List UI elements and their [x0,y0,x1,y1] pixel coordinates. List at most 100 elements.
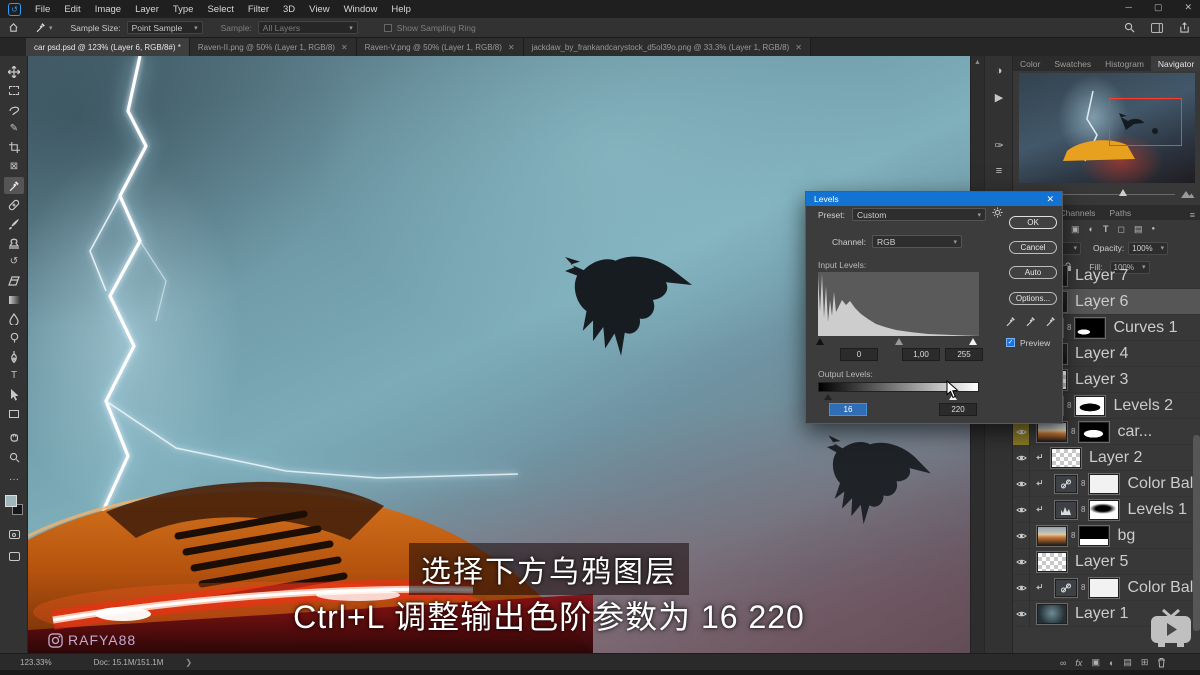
filter-shape-icon[interactable]: ◻ [1117,224,1124,235]
white-point-eyedropper-icon[interactable] [1045,316,1056,327]
quick-selection-tool[interactable]: ✎ [4,120,24,137]
marquee-tool[interactable] [4,82,24,99]
crop-tool[interactable] [4,139,24,156]
hand-tool[interactable] [4,428,24,445]
layer-row[interactable]: 8 Levels 1 [1013,497,1200,523]
input-gamma-slider[interactable] [895,338,903,345]
home-icon[interactable] [8,22,19,33]
filter-toggle-dot[interactable]: ● [1151,226,1155,232]
dodge-tool[interactable] [4,329,24,346]
zoom-in-mountain-icon[interactable] [1180,189,1195,199]
zoom-level[interactable]: 123.33% [20,658,52,667]
scroll-up-icon[interactable]: ▲ [971,59,984,66]
input-white-value[interactable]: 255 [945,348,983,361]
doc-tab-raven-ii[interactable]: Raven-II.png @ 50% (Layer 1, RGB/8)✕ [190,38,357,56]
menu-window[interactable]: Window [344,4,378,15]
layer-style-icon[interactable]: fx [1075,658,1082,668]
panel-menu-icon[interactable]: ≡ [1190,210,1200,220]
preview-checkbox[interactable]: ✓ [1006,338,1015,347]
delete-layer-icon[interactable] [1157,657,1166,668]
cancel-button[interactable]: Cancel [1009,241,1057,254]
menu-type[interactable]: Type [173,4,194,15]
output-black-slider[interactable] [824,394,832,400]
layer-row[interactable]: 8 bg [1013,523,1200,549]
tool-presets-panel-icon[interactable]: ≡ [990,162,1008,180]
eyedropper-tool-preset-icon[interactable]: ▾ [35,22,53,33]
layer-mask-thumbnail[interactable] [1089,500,1119,520]
layer-name[interactable]: Layer 1 [1075,605,1128,623]
filter-adjustment-icon[interactable]: ◐ [1089,224,1094,234]
pen-tool[interactable] [4,348,24,365]
screen-mode-icon[interactable] [4,548,24,565]
status-chevron-icon[interactable]: ❯ [185,658,192,667]
black-point-eyedropper-icon[interactable] [1005,316,1016,327]
opacity-value[interactable]: 100%▾ [1128,242,1168,255]
menu-view[interactable]: View [309,4,329,15]
ok-button[interactable]: OK [1009,216,1057,229]
share-icon[interactable] [1179,22,1190,33]
visibility-toggle[interactable] [1013,549,1030,575]
layer-thumbnail[interactable] [1037,604,1067,624]
layer-name[interactable]: Levels 1 [1127,501,1187,519]
menu-file[interactable]: File [35,4,50,15]
tab-close-icon[interactable]: ✕ [508,43,515,52]
doc-tab-raven-v[interactable]: Raven-V.png @ 50% (Layer 1, RGB/8)✕ [357,38,524,56]
new-adjustment-icon[interactable]: ◐ [1109,658,1114,668]
layer-row[interactable]: 8 Color Balance 1 [1013,471,1200,497]
menu-edit[interactable]: Edit [64,4,80,15]
menu-layer[interactable]: Layer [135,4,159,15]
layer-name[interactable]: Curves 1 [1113,319,1177,337]
layer-mask-thumbnail[interactable] [1079,422,1109,442]
tab-swatches[interactable]: Swatches [1047,56,1098,71]
clone-stamp-tool[interactable] [4,234,24,251]
visibility-toggle[interactable] [1013,601,1030,627]
preset-options-gear-icon[interactable] [992,207,1003,218]
lasso-tool[interactable] [4,101,24,118]
brush-settings-panel-icon[interactable]: ✑ [990,136,1008,154]
move-tool[interactable] [4,63,24,80]
new-layer-icon[interactable]: ⊞ [1141,657,1149,668]
menu-select[interactable]: Select [207,4,233,15]
zoom-slider-handle[interactable] [1119,189,1127,196]
maximize-button[interactable]: ▢ [1154,2,1163,13]
menu-help[interactable]: Help [391,4,411,15]
layer-name[interactable]: Layer 2 [1089,449,1142,467]
menu-3d[interactable]: 3D [283,4,295,15]
menu-image[interactable]: Image [95,4,121,15]
layer-name[interactable]: Layer 6 [1075,293,1128,311]
quick-mask-icon[interactable] [4,526,24,543]
layer-name[interactable]: Layer 3 [1075,371,1128,389]
minimize-button[interactable]: ─ [1126,2,1132,13]
layer-name[interactable]: bg [1117,527,1135,545]
input-black-value[interactable]: 0 [840,348,878,361]
search-icon[interactable] [1124,22,1135,33]
layer-thumbnail[interactable] [1037,422,1067,442]
sample-size-dropdown[interactable]: Point Sample▾ [127,21,203,34]
add-mask-icon[interactable]: ▣ [1091,657,1100,668]
layer-name[interactable]: Layer 5 [1075,553,1128,571]
layer-thumbnail[interactable] [1055,475,1077,493]
visibility-toggle[interactable] [1013,471,1030,497]
visibility-toggle[interactable] [1013,445,1030,471]
layer-thumbnail[interactable] [1055,579,1077,597]
tab-color[interactable]: Color [1013,56,1047,71]
menu-filter[interactable]: Filter [248,4,269,15]
tab-histogram[interactable]: Histogram [1098,56,1151,71]
navigator-view-rectangle[interactable] [1109,98,1182,146]
layer-name[interactable]: Layer 7 [1075,267,1128,285]
link-layers-icon[interactable]: ∞ [1060,658,1066,668]
layer-thumbnail[interactable] [1051,448,1081,468]
layers-scrollbar[interactable] [1193,435,1200,631]
gradient-tool[interactable] [4,291,24,308]
layer-mask-thumbnail[interactable] [1075,396,1105,416]
layer-name[interactable]: Levels 2 [1113,397,1173,415]
dialog-close-icon[interactable]: ✕ [1046,194,1054,205]
options-button[interactable]: Options... [1009,292,1057,305]
doc-tab-car-psd[interactable]: car psd.psd @ 123% (Layer 6, RGB/8#) * [26,38,190,56]
output-white-value[interactable]: 220 [939,403,977,416]
output-black-value[interactable]: 16 [829,403,867,416]
layer-thumbnail[interactable] [1055,501,1077,519]
navigator-preview[interactable] [1019,73,1195,183]
actions-panel-icon[interactable]: ▶ [990,88,1008,106]
layer-row[interactable]: Layer 2 [1013,445,1200,471]
